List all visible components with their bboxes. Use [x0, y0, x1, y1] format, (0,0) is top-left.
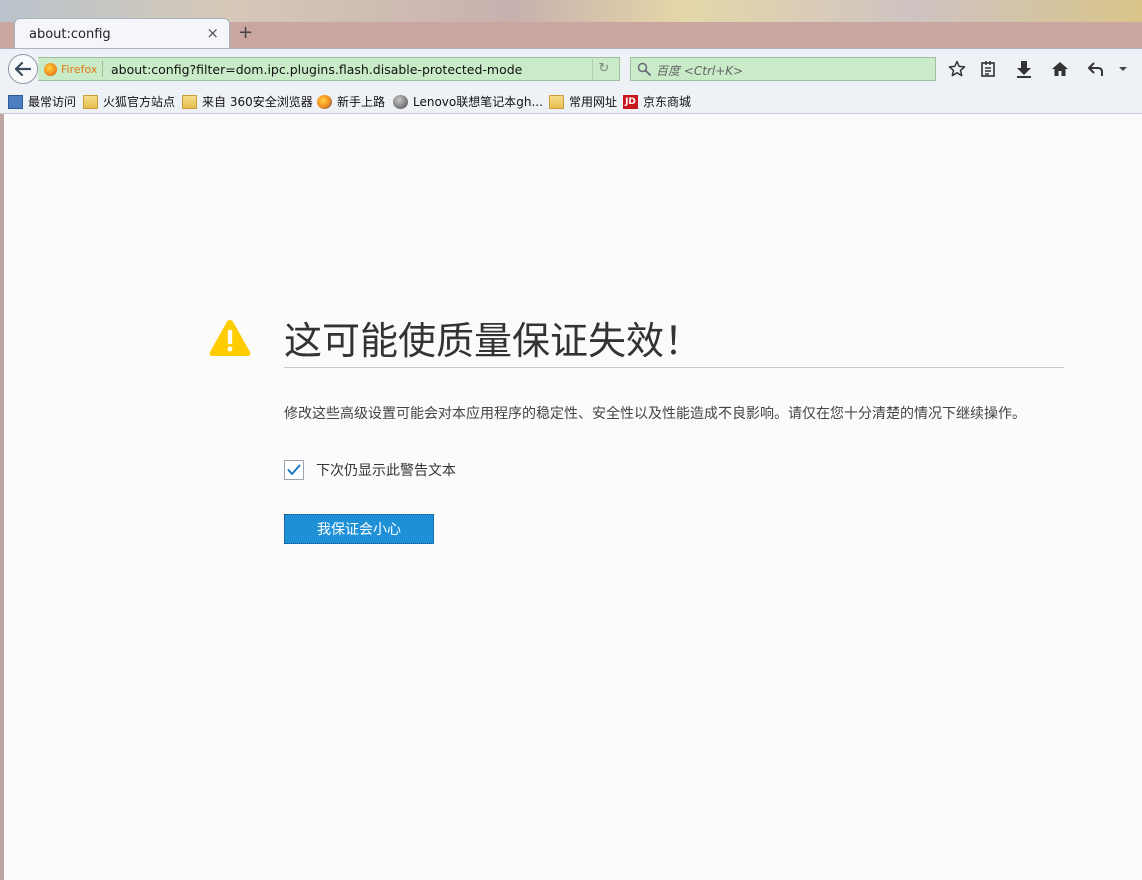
page-title: 这可能使质量保证失效！ [284, 319, 703, 363]
show-warning-checkbox[interactable] [284, 460, 304, 480]
warning-page: 这可能使质量保证失效！ 修改这些高级设置可能会对本应用程序的稳定性、安全性以及性… [4, 114, 1142, 880]
identity-label: Firefox [61, 62, 98, 76]
star-icon[interactable] [946, 59, 968, 79]
folder-icon [549, 94, 564, 109]
bookmark-firefox-official[interactable]: 火狐官方站点 [83, 93, 175, 110]
back-arrow-icon [15, 62, 31, 76]
dropdown-arrow-icon[interactable] [1112, 59, 1134, 79]
tab-title: about:config [29, 27, 111, 42]
bookmark-label: Lenovo联想笔记本gh... [413, 95, 543, 109]
search-input[interactable]: 百度 <Ctrl+K> [656, 62, 743, 79]
bookmark-label: 京东商城 [643, 95, 692, 109]
bookmark-label: 新手上路 [337, 95, 386, 109]
firefox-logo-icon [44, 62, 57, 76]
checkmark-icon [287, 464, 301, 475]
bookmark-label: 火狐官方站点 [103, 95, 176, 109]
bookmark-label: 常用网址 [569, 95, 618, 109]
folder-icon [83, 94, 98, 109]
bookmark-label: 最常访问 [28, 95, 77, 109]
reload-icon[interactable]: ↻ [592, 59, 615, 79]
download-icon[interactable] [1013, 59, 1035, 79]
warning-description: 修改这些高级设置可能会对本应用程序的稳定性、安全性以及性能造成不良影响。请仅在您… [284, 406, 1026, 422]
bookmark-jd[interactable]: JD 京东商城 [623, 93, 691, 110]
jd-icon: JD [623, 94, 638, 109]
most-visited-icon [8, 94, 23, 109]
bookmark-label: 来自 360安全浏览器 [202, 95, 313, 109]
folder-icon [182, 94, 197, 109]
home-icon[interactable] [1049, 59, 1071, 79]
site-identity[interactable]: Firefox [44, 61, 104, 77]
title-divider [284, 367, 1064, 368]
checkbox-label: 下次仍显示此警告文本 [316, 463, 456, 479]
url-bar[interactable]: Firefox about:config?filter=dom.ipc.plug… [38, 57, 620, 81]
tab-about-config[interactable]: about:config × [14, 18, 230, 48]
navigation-toolbar: Firefox about:config?filter=dom.ipc.plug… [0, 48, 1142, 88]
accept-risk-button[interactable]: 我保证会小心 [284, 514, 434, 544]
bookmark-common-sites[interactable]: 常用网址 [549, 93, 617, 110]
bookmark-from-360[interactable]: 来自 360安全浏览器 [182, 93, 313, 110]
firefox-icon [317, 94, 332, 109]
show-warning-checkbox-row[interactable]: 下次仍显示此警告文本 [284, 460, 456, 480]
search-icon [637, 62, 651, 76]
globe-icon [393, 94, 408, 109]
reading-list-icon[interactable] [977, 59, 999, 79]
bookmarks-toolbar: 最常访问 火狐官方站点 来自 360安全浏览器 新手上路 Lenovo联想笔记本… [0, 88, 1142, 114]
tab-close-icon[interactable]: × [206, 24, 219, 42]
bookmark-most-visited[interactable]: 最常访问 [8, 93, 76, 110]
search-bar[interactable]: 百度 <Ctrl+K> [630, 57, 936, 81]
bookmark-lenovo[interactable]: Lenovo联想笔记本gh... [393, 93, 543, 110]
new-tab-icon[interactable]: + [238, 22, 253, 43]
undo-icon[interactable] [1085, 59, 1107, 79]
back-button[interactable] [8, 54, 38, 84]
warning-icon [209, 320, 251, 356]
url-input[interactable]: about:config?filter=dom.ipc.plugins.flas… [111, 62, 522, 77]
bookmark-getting-started[interactable]: 新手上路 [317, 93, 385, 110]
